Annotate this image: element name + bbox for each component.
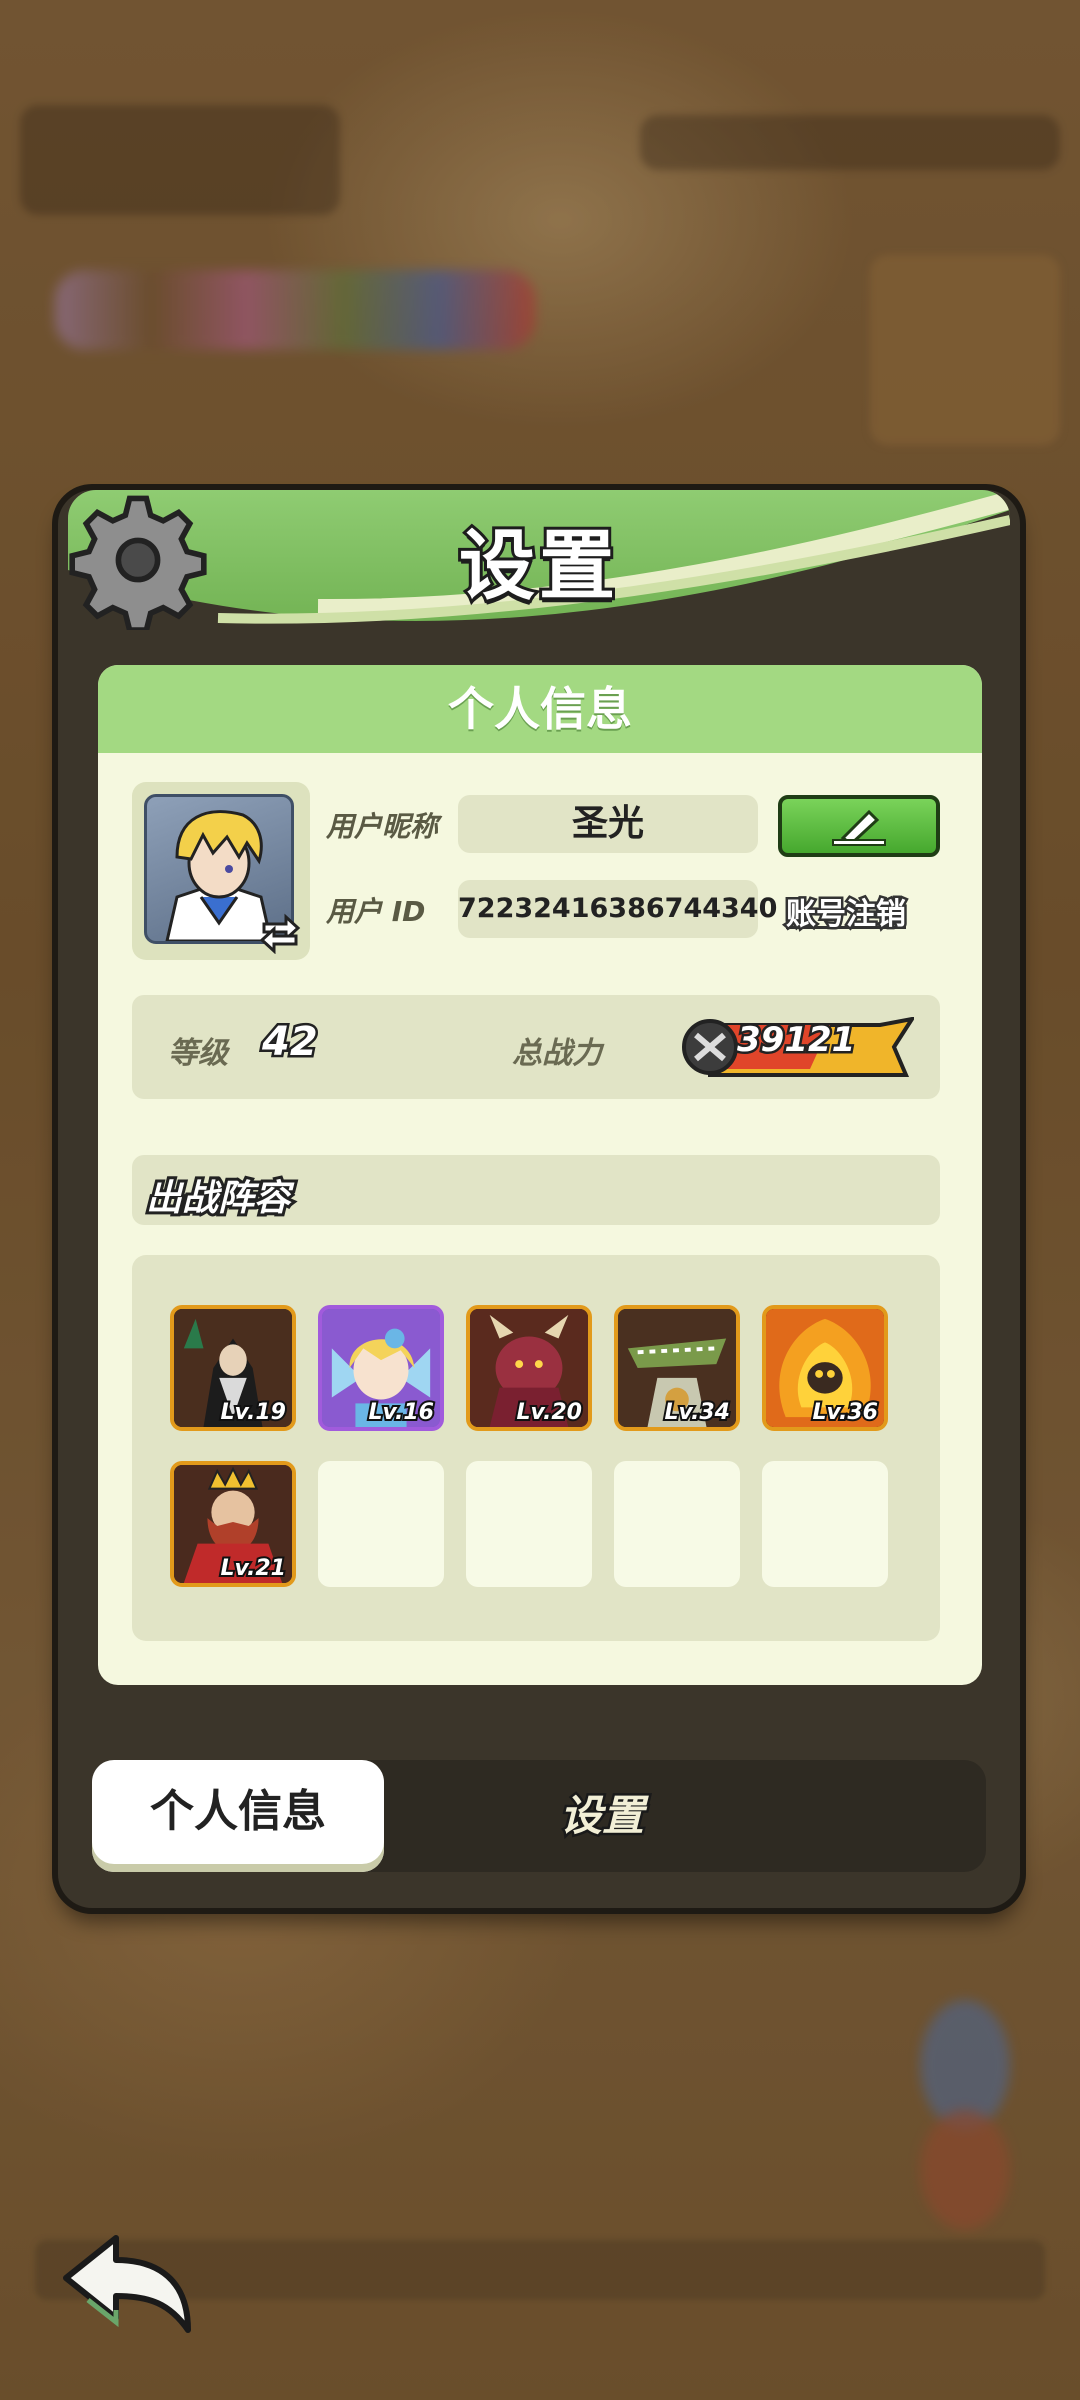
- hero-slot[interactable]: Lv.36: [762, 1305, 888, 1431]
- edit-nickname-button[interactable]: [778, 795, 940, 857]
- hero-slot[interactable]: Lv.21: [170, 1461, 296, 1587]
- lineup-title: 出战阵容: [143, 1175, 293, 1222]
- pencil-icon: [832, 809, 886, 846]
- profile-content: 个人信息 用户昵称 圣光 用户 ID 72232416386744340 账号注…: [98, 665, 982, 1685]
- tab-profile[interactable]: 个人信息: [92, 1760, 384, 1872]
- hero-slot[interactable]: Lv.20: [466, 1305, 592, 1431]
- empty-hero-slot[interactable]: [762, 1461, 888, 1587]
- settings-panel: 设置 个人信息 用户昵称 圣光 用户 ID 72232416386744340 …: [58, 490, 1020, 1908]
- hero-level: Lv.21: [218, 1554, 288, 1583]
- hero-level: Lv.36: [810, 1398, 880, 1427]
- hero-slot[interactable]: Lv.19: [170, 1305, 296, 1431]
- empty-hero-slot[interactable]: [318, 1461, 444, 1587]
- user-id-field: 72232416386744340: [458, 880, 777, 938]
- panel-header: 设置: [68, 490, 1010, 640]
- power-label: 总战力: [512, 1036, 602, 1071]
- hero-level: Lv.16: [366, 1398, 436, 1427]
- lineup-header: 出战阵容: [132, 1155, 940, 1225]
- lineup-grid: Lv.19 Lv.16 Lv.20 Lv.34 Lv.36 Lv.21: [132, 1255, 940, 1641]
- user-id-label: 用户 ID: [326, 895, 426, 928]
- swap-avatar-icon[interactable]: [258, 910, 302, 954]
- tab-bar: 个人信息 设置: [92, 1760, 986, 1872]
- level-value: 42: [260, 1017, 321, 1068]
- nickname-field: 圣光: [458, 795, 758, 853]
- empty-hero-slot[interactable]: [466, 1461, 592, 1587]
- hero-slot[interactable]: Lv.16: [318, 1305, 444, 1431]
- hero-level: Lv.20: [514, 1398, 584, 1427]
- nickname-label: 用户昵称: [326, 810, 439, 843]
- cancel-account-link[interactable]: 账号注销: [784, 889, 909, 935]
- empty-hero-slot[interactable]: [614, 1461, 740, 1587]
- hero-level: Lv.34: [662, 1398, 732, 1427]
- panel-title: 设置: [456, 518, 619, 613]
- hero-level: Lv.19: [218, 1398, 288, 1427]
- tab-settings[interactable]: 设置: [492, 1760, 712, 1872]
- power-value: 39121: [734, 1018, 857, 1063]
- section-title: 个人信息: [98, 665, 982, 753]
- back-arrow-icon[interactable]: [58, 2230, 198, 2340]
- stats-row: 等级 42 总战力 39121: [132, 995, 940, 1099]
- level-label: 等级: [168, 1036, 228, 1071]
- hero-slot[interactable]: Lv.34: [614, 1305, 740, 1431]
- avatar-frame[interactable]: [132, 782, 310, 960]
